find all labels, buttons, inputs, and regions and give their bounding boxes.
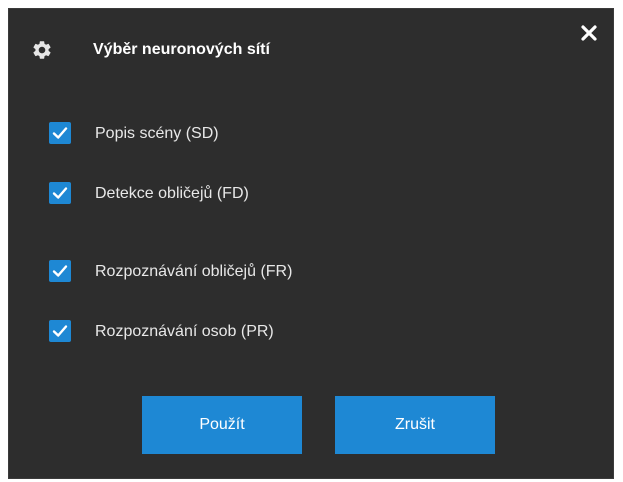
scene-description-checkbox[interactable]	[49, 122, 71, 144]
option-face-detection[interactable]: Detekce obličejů (FD)	[49, 179, 449, 209]
checkmark-icon	[52, 265, 68, 277]
close-icon[interactable]	[579, 23, 599, 43]
option-scene-description[interactable]: Popis scény (SD)	[49, 119, 449, 149]
face-recognition-label: Rozpoznávání obličejů (FR)	[95, 263, 293, 280]
option-person-recognition[interactable]: Rozpoznávání osob (PR)	[49, 317, 449, 347]
face-detection-checkbox[interactable]	[49, 182, 71, 204]
face-detection-label: Detekce obličejů (FD)	[95, 185, 249, 202]
scene-description-label: Popis scény (SD)	[95, 125, 219, 142]
person-recognition-label: Rozpoznávání osob (PR)	[95, 323, 274, 340]
person-recognition-checkbox[interactable]	[49, 320, 71, 342]
cancel-button[interactable]: Zrušit	[335, 396, 495, 454]
dialog-title: Výběr neuronových sítí	[93, 41, 270, 58]
option-face-recognition[interactable]: Rozpoznávání obličejů (FR)	[49, 257, 449, 287]
dialog-title-bar: Výběr neuronových sítí	[9, 9, 613, 89]
apply-button[interactable]: Použít	[142, 396, 302, 454]
checkmark-icon	[52, 127, 68, 139]
neural-network-selection-dialog: Výběr neuronových sítí Popis scény (SD) …	[8, 8, 614, 479]
face-recognition-checkbox[interactable]	[49, 260, 71, 282]
checkmark-icon	[52, 325, 68, 337]
checkmark-icon	[52, 187, 68, 199]
gear-icon	[31, 39, 53, 61]
